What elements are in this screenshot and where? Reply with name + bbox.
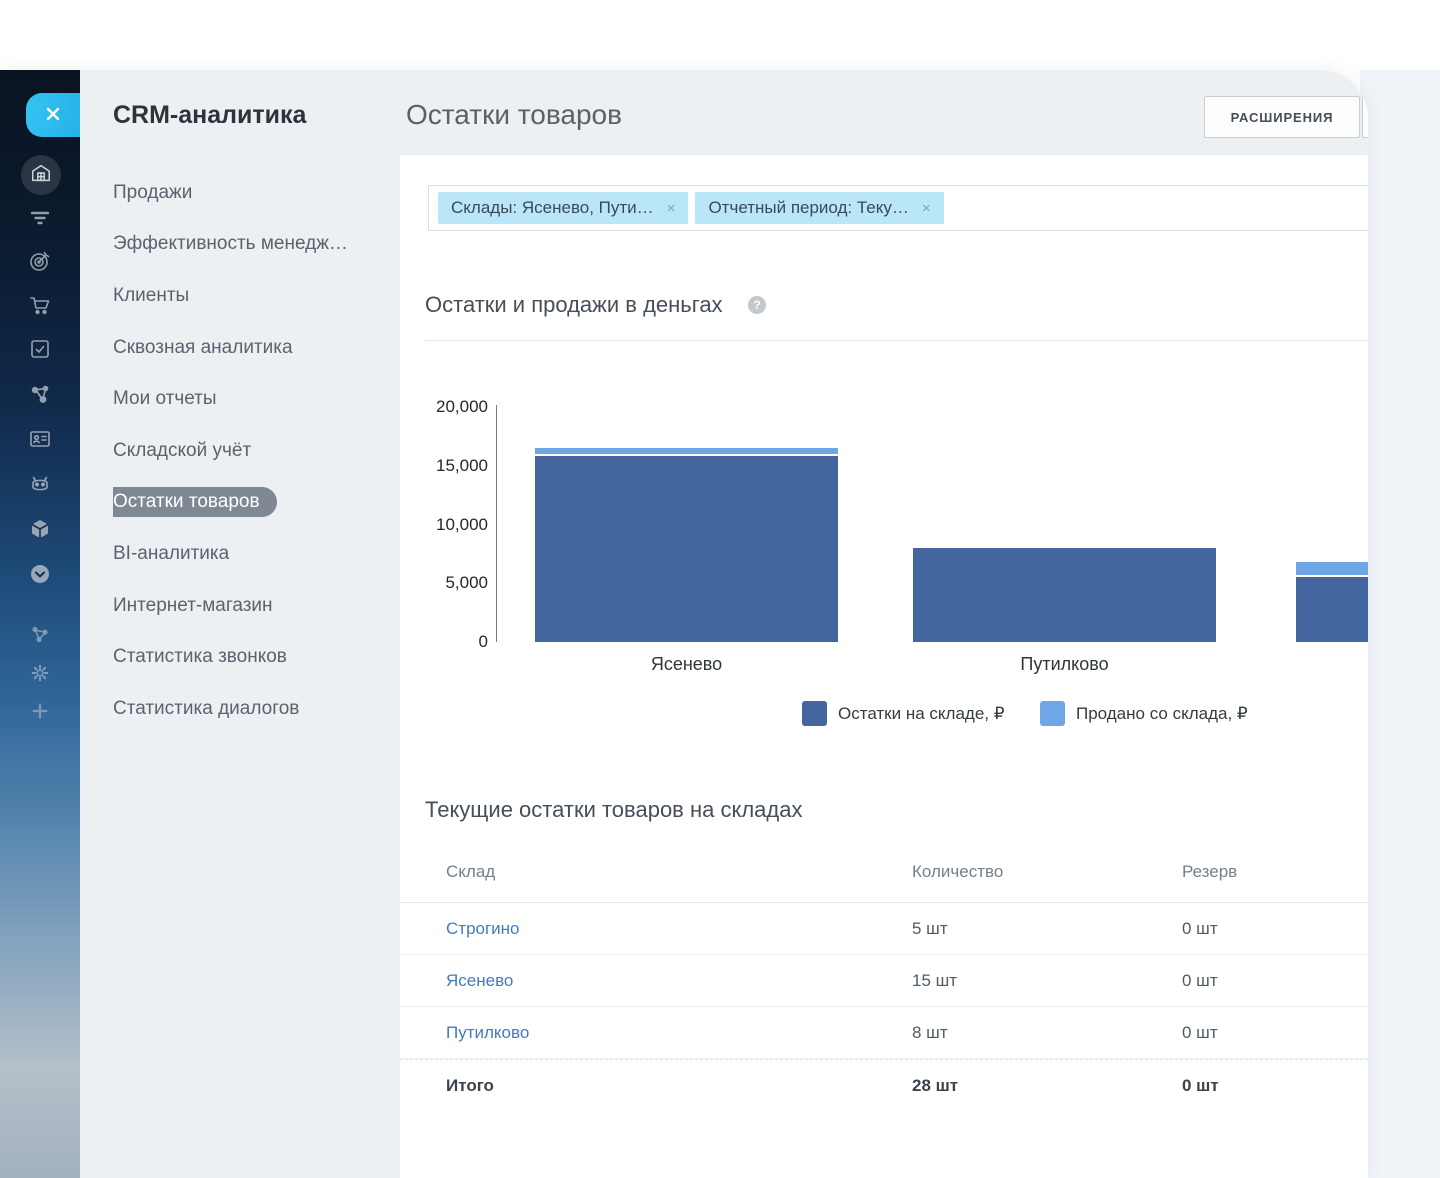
- y-tick-label: 15,000: [400, 456, 488, 476]
- sidebar-item-bi-analytics[interactable]: BI-аналитика: [113, 528, 390, 580]
- dock-item-add[interactable]: [28, 701, 52, 725]
- table-total-row: Итого 28 шт 0 шт: [400, 1059, 1368, 1111]
- warehouse-link[interactable]: Ясенево: [446, 971, 912, 991]
- bar-stock-clipped[interactable]: [1296, 577, 1368, 642]
- sidebar-menu: Продажи Эффективность менедж… Клиенты Ск…: [113, 167, 390, 735]
- stock-bar-chart: Остатки на складе, ₽ Продано со склада, …: [400, 70, 1368, 750]
- dock-item-automation[interactable]: [28, 624, 52, 648]
- robot-icon: [28, 472, 52, 501]
- main-content: Остатки товаров РАСШИРЕНИЯ Склады: Ясене…: [400, 70, 1368, 1178]
- cart-icon: [28, 293, 52, 322]
- legend-swatch-stock: [802, 701, 827, 726]
- sidebar-item-online-store[interactable]: Интернет-магазин: [113, 580, 390, 632]
- dock-sidebar: [0, 70, 80, 1178]
- bar-sold-clipped[interactable]: [1296, 562, 1368, 575]
- dock-item-cart[interactable]: [28, 295, 52, 319]
- tasks-icon: [28, 337, 52, 366]
- dock-item-settings[interactable]: [28, 663, 52, 687]
- dock-item-target[interactable]: [28, 251, 52, 275]
- active-item-pill: Остатки товаров: [113, 487, 277, 517]
- y-tick-label: 10,000: [400, 515, 488, 535]
- sidebar-item-inventory[interactable]: Складской учёт: [113, 425, 390, 477]
- network-icon: [28, 382, 52, 411]
- sidebar-item-dialog-statistics[interactable]: Статистика диалогов: [113, 683, 390, 735]
- y-tick-label: 20,000: [400, 397, 488, 417]
- sidebar-item-end-to-end-analytics[interactable]: Сквозная аналитика: [113, 322, 390, 374]
- x-category-label: Ясенево: [535, 654, 838, 675]
- bar-stock-Путилково[interactable]: [913, 548, 1216, 642]
- column-header-warehouse: Склад: [446, 862, 912, 882]
- legend-item-sold: Продано со склада, ₽: [1040, 701, 1248, 726]
- warehouse-icon: [30, 162, 52, 189]
- table-row: Путилково 8 шт 0 шт: [400, 1007, 1368, 1059]
- close-icon: [44, 105, 62, 126]
- catalog-icon: [28, 517, 52, 546]
- contacts-icon: [28, 427, 52, 456]
- funnel-icon: [28, 206, 52, 235]
- sidebar-item-sales[interactable]: Продажи: [113, 167, 390, 219]
- dock-item-more[interactable]: [28, 564, 52, 588]
- legend-item-stock: Остатки на складе, ₽: [802, 701, 1005, 726]
- page-background: [1360, 70, 1440, 1178]
- close-button[interactable]: [26, 93, 80, 137]
- table-row: Строгино 5 шт 0 шт: [400, 903, 1368, 955]
- x-category-label: Путилково: [913, 654, 1216, 675]
- warehouse-link[interactable]: Путилково: [446, 1023, 912, 1043]
- chart-legend: Остатки на складе, ₽ Продано со склада, …: [400, 701, 1368, 727]
- dock-item-tasks[interactable]: [28, 339, 52, 363]
- sidebar-item-call-statistics[interactable]: Статистика звонков: [113, 631, 390, 683]
- sidebar-item-manager-efficiency[interactable]: Эффективность менедж…: [113, 219, 390, 271]
- sidebar-title: CRM-аналитика: [113, 101, 306, 130]
- crm-analytics-sidebar: CRM-аналитика Продажи Эффективность мене…: [80, 70, 400, 1178]
- sidebar-item-stock-balance[interactable]: Остатки товаров: [113, 477, 390, 529]
- table-header-row: Склад Количество Резерв: [400, 842, 1368, 903]
- stock-table: Склад Количество Резерв Строгино 5 шт 0 …: [400, 842, 1368, 1111]
- column-header-quantity: Количество: [912, 862, 1182, 882]
- y-tick-label: 0: [400, 632, 488, 652]
- gear-icon: [29, 662, 51, 689]
- dock-item-contacts[interactable]: [28, 429, 52, 453]
- warehouse-link[interactable]: Строгино: [446, 919, 912, 939]
- column-header-reserve: Резерв: [1182, 862, 1368, 882]
- table-section-title: Текущие остатки товаров на складах: [425, 797, 803, 823]
- target-icon: [28, 249, 52, 278]
- dock-item-warehouse[interactable]: [21, 155, 61, 195]
- plus-icon: [29, 700, 51, 727]
- y-tick-label: 5,000: [400, 573, 488, 593]
- automation-icon: [29, 623, 51, 650]
- table-row: Ясенево 15 шт 0 шт: [400, 955, 1368, 1007]
- app-window: CRM-аналитика Продажи Эффективность мене…: [0, 70, 1368, 1178]
- bar-stock-Ясенево[interactable]: [535, 456, 838, 642]
- dock-item-network[interactable]: [28, 384, 52, 408]
- sidebar-item-clients[interactable]: Клиенты: [113, 270, 390, 322]
- sidebar-item-my-reports[interactable]: Мои отчеты: [113, 373, 390, 425]
- dock-item-catalog[interactable]: [28, 519, 52, 543]
- dock-item-funnel[interactable]: [28, 208, 52, 232]
- legend-swatch-sold: [1040, 701, 1065, 726]
- y-axis: [496, 405, 497, 642]
- dock-item-robot[interactable]: [28, 474, 52, 498]
- bar-sold-Ясенево[interactable]: [535, 448, 838, 454]
- chevron-down-icon: [28, 562, 52, 591]
